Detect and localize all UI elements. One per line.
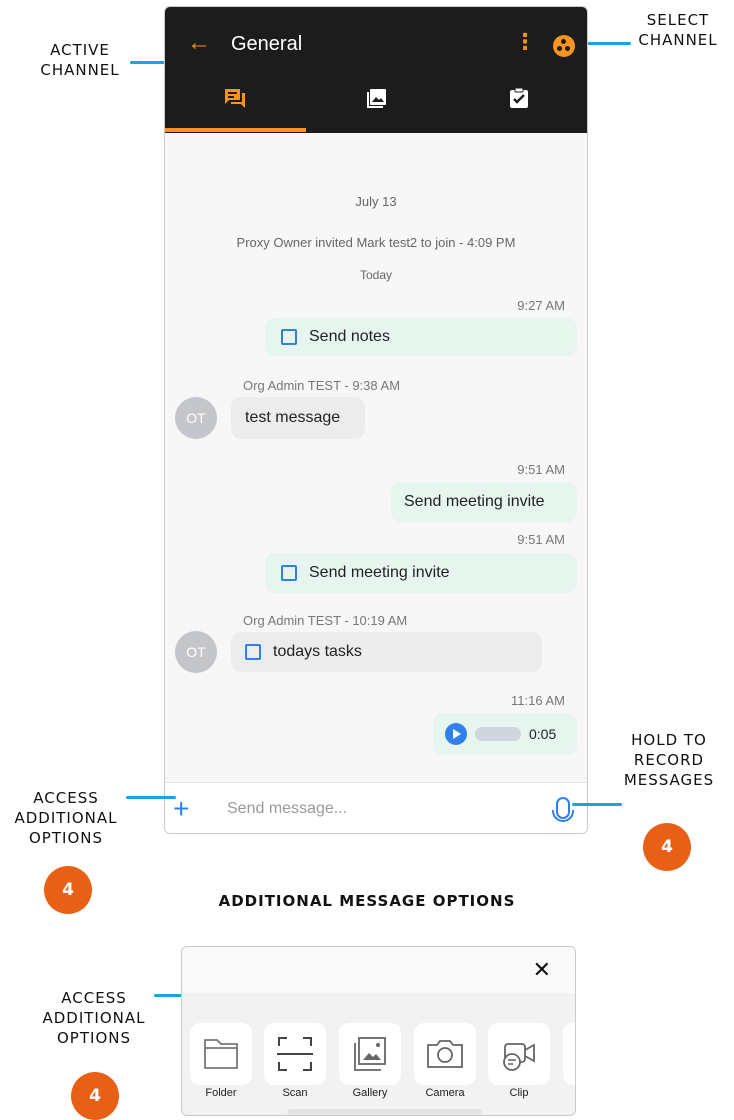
message-time: 9:51 AM xyxy=(517,532,565,547)
option-partial[interactable] xyxy=(563,1023,575,1085)
channel-title: General xyxy=(231,33,303,55)
annotation-line: ADDITIONAL xyxy=(14,809,118,827)
step-badge: 4 xyxy=(71,1072,119,1120)
message-bubble[interactable]: Send meeting invite xyxy=(391,482,577,522)
tab-gallery[interactable] xyxy=(366,87,388,109)
message-text: Send notes xyxy=(309,328,390,345)
options-panel-header: ✕ xyxy=(182,947,575,993)
image-icon xyxy=(367,89,386,108)
task-message-bubble[interactable]: Send notes xyxy=(265,318,577,356)
annotation-line: OPTIONS xyxy=(57,1029,131,1047)
message-text: test message xyxy=(245,409,341,426)
close-icon[interactable]: ✕ xyxy=(533,957,551,983)
clip-icon xyxy=(503,1043,535,1071)
checkbox-icon[interactable] xyxy=(281,329,297,345)
annotation-line: ACCESS xyxy=(61,989,127,1007)
option-label: Gallery xyxy=(352,1087,388,1099)
scan-icon xyxy=(277,1037,313,1071)
annotation-line: HOLD TO xyxy=(631,731,707,749)
gallery-icon xyxy=(354,1037,386,1071)
callout-line-mic xyxy=(572,803,622,806)
message-input-bar: + Send message... xyxy=(165,782,587,833)
date-separator: July 13 xyxy=(355,194,397,209)
system-message: Proxy Owner invited Mark test2 to join -… xyxy=(236,235,516,250)
sender-label: Org Admin TEST - 9:38 AM xyxy=(243,378,401,393)
option-gallery[interactable] xyxy=(339,1023,401,1085)
folder-icon xyxy=(204,1039,238,1069)
annotation-select-channel: SELECT CHANNEL xyxy=(628,10,728,50)
annotation-access-options-panel: ACCESS ADDITIONAL OPTIONS xyxy=(38,988,150,1048)
annotation-line: ACCESS xyxy=(33,789,99,807)
camera-icon xyxy=(427,1040,463,1068)
option-scan[interactable] xyxy=(264,1023,326,1085)
checkbox-icon[interactable] xyxy=(281,565,297,581)
tab-chat[interactable] xyxy=(223,87,245,109)
sender-label: Org Admin TEST - 10:19 AM xyxy=(243,613,408,628)
message-time: 11:16 AM xyxy=(511,693,565,708)
app-header: ← General ⋮ xyxy=(165,7,587,133)
message-text: todays tasks xyxy=(273,643,362,660)
option-label: Scan xyxy=(282,1087,308,1099)
more-vertical-icon[interactable]: ⋮ xyxy=(514,29,536,55)
message-text: Send meeting invite xyxy=(404,493,545,510)
microphone-stand xyxy=(552,810,574,822)
option-camera[interactable] xyxy=(414,1023,476,1085)
annotation-access-options: ACCESS ADDITIONAL OPTIONS xyxy=(10,788,122,848)
message-input[interactable]: Send message... xyxy=(227,800,347,818)
chat-screen: ← General ⋮ July 13 Proxy Owner invited … xyxy=(164,6,588,834)
message-time: 9:51 AM xyxy=(517,462,565,477)
tab-tasks[interactable] xyxy=(508,87,530,109)
voice-message-bubble[interactable]: 0:05 xyxy=(433,713,577,755)
callout-line-plus xyxy=(126,796,176,799)
task-message-bubble[interactable]: todays tasks xyxy=(231,632,542,672)
annotation-line: ADDITIONAL xyxy=(42,1009,146,1027)
date-separator: Today xyxy=(359,268,393,282)
options-panel: ✕ Folder Scan Gallery Camera Clip xyxy=(181,946,576,1116)
annotation-line: RECORD xyxy=(633,751,705,769)
annotation-hold-record: HOLD TO RECORD MESSAGES xyxy=(614,730,724,790)
task-icon xyxy=(510,87,528,108)
message-bubble[interactable]: test message xyxy=(231,397,365,439)
section-heading: ADDITIONAL MESSAGE OPTIONS xyxy=(218,892,516,910)
step-badge: 4 xyxy=(643,823,691,871)
annotation-line: CHANNEL xyxy=(638,31,718,49)
option-label: Clip xyxy=(509,1087,529,1099)
option-folder[interactable] xyxy=(190,1023,252,1085)
annotation-line: MESSAGES xyxy=(623,771,715,789)
task-message-bubble[interactable]: Send meeting invite xyxy=(265,553,577,593)
audio-progress-track[interactable] xyxy=(475,727,521,741)
message-text: Send meeting invite xyxy=(309,564,450,581)
active-tab-indicator xyxy=(165,128,306,132)
scrollbar[interactable] xyxy=(287,1109,482,1115)
channel-select-icon[interactable] xyxy=(553,35,575,57)
avatar: OT xyxy=(175,631,217,673)
chat-icon xyxy=(225,89,245,108)
option-label: Folder xyxy=(205,1087,237,1099)
annotation-line: ACTIVE xyxy=(50,41,110,59)
message-time: 9:27 AM xyxy=(517,298,565,313)
arrow-left-icon[interactable]: ← xyxy=(187,29,211,57)
play-icon[interactable] xyxy=(445,723,467,745)
audio-duration: 0:05 xyxy=(529,726,557,742)
annotation-line: SELECT xyxy=(646,11,710,29)
annotation-line: CHANNEL xyxy=(40,61,120,79)
avatar: OT xyxy=(175,397,217,439)
annotation-line: OPTIONS xyxy=(29,829,103,847)
option-label: Camera xyxy=(425,1087,465,1099)
option-clip[interactable] xyxy=(488,1023,550,1085)
annotation-active-channel: ACTIVE CHANNEL xyxy=(30,40,130,80)
checkbox-icon[interactable] xyxy=(245,644,261,660)
